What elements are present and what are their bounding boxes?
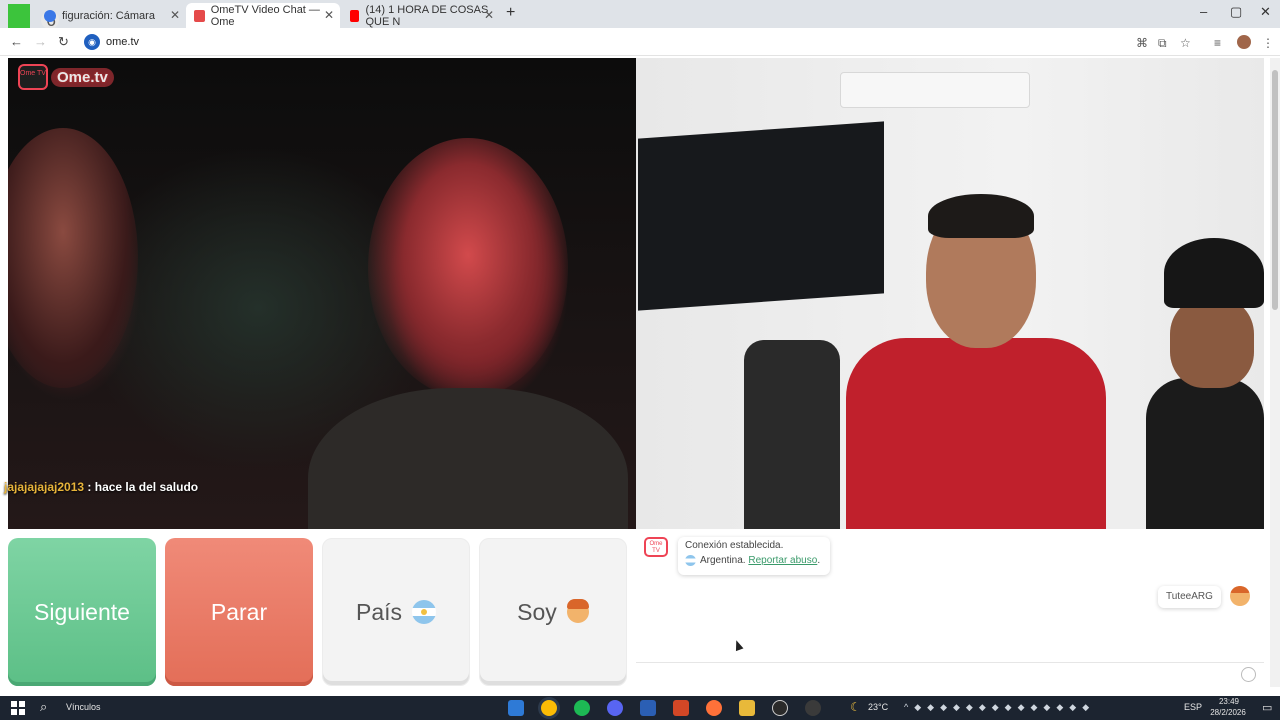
country-button[interactable]: País [322,538,470,686]
overlay-username: jajajajajaj2013 [4,480,85,494]
bookmark-star-icon[interactable]: ☆ [1180,36,1191,50]
weather-temperature[interactable]: 23°C [868,702,888,712]
weather-moon-icon: ☾ [850,700,861,714]
powerpoint-icon[interactable] [673,700,689,716]
reload-icon[interactable]: ↻ [58,34,69,50]
taskbar: ⌕ Vínculos ☾ 23°C ^◆◆◆◆◆◆◆◆◆◆◆◆◆◆ ESP 23… [0,696,1280,720]
minimize-button[interactable]: – [1200,4,1207,19]
partner-video [8,58,636,529]
partner-sweater [308,388,628,529]
firefox-icon[interactable] [706,700,722,716]
taskbar-search-label[interactable]: Vínculos [66,702,101,712]
stop-button-label: Parar [210,598,268,625]
next-button[interactable]: Siguiente [8,538,156,686]
ometv-favicon-icon [194,9,205,22]
clock-time[interactable]: 23:49 [1214,697,1244,706]
argentina-flag-icon [685,555,696,566]
tab-title: OmeTV Video Chat — Ome [210,3,320,28]
boy-face-icon [566,599,589,623]
ometv-logo-icon: Ome TV [18,64,48,90]
windows-start-icon[interactable] [10,700,26,716]
tab-youtube[interactable]: (14) 1 HORA DE COSAS QUE N ✕ [342,3,500,28]
search-icon[interactable]: ⌕ [40,699,47,715]
tab-ometv[interactable]: OmeTV Video Chat — Ome ✕ [186,3,340,28]
profile-avatar[interactable] [1237,35,1251,49]
site-info-icon[interactable]: ◉ [84,34,100,50]
youtube-favicon-icon [350,9,360,22]
self-person-side [1146,238,1264,529]
app-icon[interactable] [805,700,821,716]
tab-bar: 6 figuración: Cámara ✕ OmeTV Video Chat … [0,0,1280,30]
self-username-chip: TuteeARG [1158,586,1221,608]
self-person-main [846,194,1106,529]
translate-icon[interactable]: ⌘ [1136,36,1148,50]
connection-status: Conexión establecida. [685,540,784,551]
url-field[interactable]: ome.tv [106,36,139,48]
chat-panel: Ome TV Conexión establecida. Argentina. … [636,529,1264,687]
cast-icon[interactable]: ⧉ [1158,36,1167,51]
gear-icon [44,9,56,22]
close-window-button[interactable]: ✕ [1260,4,1271,20]
next-button-label: Siguiente [34,598,130,625]
maximize-button[interactable]: ▢ [1230,4,1242,20]
chat-input[interactable] [636,662,1264,687]
report-abuse-link[interactable]: Reportar abuso [748,555,817,566]
tray-icons[interactable]: ^◆◆◆◆◆◆◆◆◆◆◆◆◆◆ [904,702,1095,713]
partner-country: Argentina. [700,555,746,566]
ometv-watermark: Ome TV Ome.tv [18,64,114,90]
gender-button-label: Soy [517,598,557,625]
emoji-icon[interactable] [1241,667,1256,682]
air-conditioner [840,72,1030,108]
ometv-brand-text: Ome.tv [51,67,114,87]
notification-icon[interactable]: ▭ [1262,701,1272,714]
partner-person-left [8,128,138,388]
tab-camera-settings[interactable]: figuración: Cámara ✕ [36,3,186,28]
close-icon[interactable]: ✕ [170,8,180,22]
reading-list-icon[interactable]: ≡ [1214,36,1221,50]
system-message: Conexión establecida. Argentina. Reporta… [678,537,830,575]
address-bar: ← → ↻ ◉ ome.tv ⌘ ⧉ ☆ ≡ ⋮ [0,28,1280,56]
report-suffix: . [817,555,821,566]
argentina-flag-icon [412,600,437,624]
gaming-chair [744,340,840,529]
partner-person-center [368,138,568,398]
spotify-icon[interactable] [574,700,590,716]
new-tab-button[interactable]: + [506,4,515,22]
menu-kebab-icon[interactable]: ⋮ [1262,36,1274,50]
store-icon[interactable] [508,700,524,716]
scrollbar-thumb[interactable] [1272,70,1278,310]
word-icon[interactable] [640,700,656,716]
video-overlay-message: jajajajajaj2013 : hace la del saludo [4,480,198,494]
tab-title: figuración: Cámara [62,9,155,22]
gender-button[interactable]: Soy [479,538,627,686]
overlay-text: : hace la del saludo [84,480,199,494]
input-language[interactable]: ESP [1184,702,1202,712]
page-scrollbar[interactable] [1270,58,1280,687]
country-button-label: País [355,598,403,625]
forward-arrow-icon[interactable]: → [34,34,47,49]
self-avatar [1230,586,1250,606]
close-icon[interactable]: ✕ [484,8,494,22]
discord-icon[interactable] [607,700,623,716]
back-arrow-icon[interactable]: ← [10,34,23,49]
chrome-icon[interactable] [541,700,557,716]
clock-date[interactable]: 28/2/2026 [1206,708,1250,717]
stop-button[interactable]: Parar [165,538,313,686]
self-video [636,58,1264,529]
file-explorer-icon[interactable] [739,700,755,716]
obs-icon[interactable] [772,700,788,716]
tab-title: (14) 1 HORA DE COSAS QUE N [365,3,489,28]
ometv-chat-logo-icon: Ome TV [644,537,668,557]
close-icon[interactable]: ✕ [324,8,334,22]
